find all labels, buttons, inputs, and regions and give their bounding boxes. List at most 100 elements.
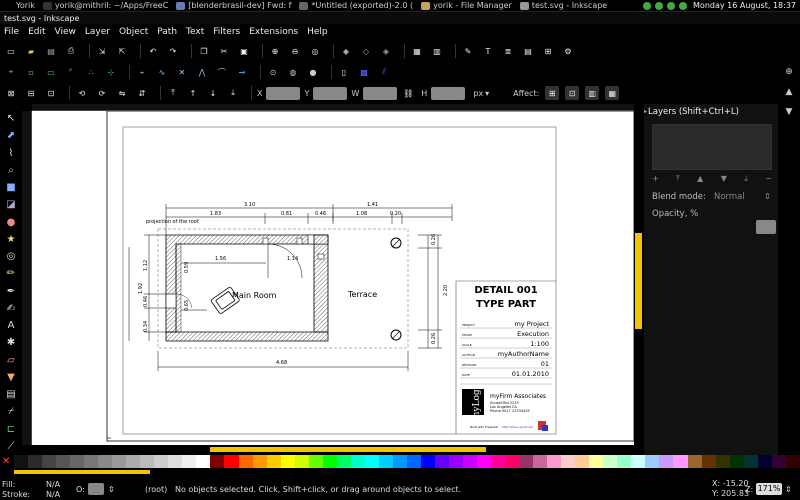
color-swatch[interactable] (687, 455, 702, 468)
snap-bbox-midpoint-icon[interactable]: ∴ (84, 65, 98, 79)
affect-pattern-icon[interactable]: ▦ (605, 86, 620, 100)
color-swatch[interactable] (715, 455, 730, 468)
menu-view[interactable]: View (55, 27, 76, 37)
network-icon[interactable] (655, 1, 664, 10)
text-font-icon[interactable]: T (481, 44, 495, 58)
color-swatch[interactable] (561, 455, 576, 468)
xml-editor-icon[interactable]: ▤ (521, 44, 535, 58)
color-swatch[interactable] (491, 455, 506, 468)
clock[interactable]: Monday 16 August, 18:37 (693, 1, 800, 10)
color-swatch[interactable] (84, 455, 99, 468)
menu-edit[interactable]: Edit (28, 27, 45, 37)
gradient-tool-icon[interactable]: ▤ (3, 388, 19, 402)
clone-icon[interactable]: ◇ (359, 44, 373, 58)
x-field[interactable] (266, 86, 301, 100)
snap-bbox-icon[interactable]: ▫ (24, 65, 38, 79)
menu-help[interactable]: Help (307, 27, 328, 37)
new-document-icon[interactable]: ▭ (4, 44, 18, 58)
opacity-field[interactable] (756, 220, 776, 234)
color-swatch[interactable] (701, 455, 716, 468)
bucket-tool-icon[interactable]: ▼ (3, 370, 19, 384)
lock-ratio-icon[interactable]: ⛓ (401, 86, 415, 100)
undo-icon[interactable]: ↶ (146, 44, 160, 58)
zoom-spin-icon[interactable]: ⇕ (785, 485, 792, 494)
color-swatch[interactable] (659, 455, 674, 468)
color-swatch[interactable] (434, 455, 449, 468)
update-icon[interactable] (667, 1, 676, 10)
affect-stroke-icon[interactable]: ⊞ (545, 86, 560, 100)
no-paint-icon[interactable]: ✕ (2, 457, 12, 467)
deselect-icon[interactable]: ⊡ (44, 86, 58, 100)
color-swatch[interactable] (224, 455, 239, 468)
3dbox-tool-icon[interactable]: ◪ (3, 198, 19, 212)
color-swatch[interactable] (140, 455, 155, 468)
menu-filters[interactable]: Filters (213, 27, 240, 37)
taskbar-item[interactable]: *Untitled (exported)-2.0 ( (295, 0, 417, 12)
color-swatch[interactable] (98, 455, 113, 468)
color-swatch[interactable] (238, 455, 253, 468)
snap-object-center-icon[interactable]: ⊙ (266, 65, 280, 79)
color-swatch[interactable] (547, 455, 562, 468)
fill-stroke-icon[interactable]: ✎ (461, 44, 475, 58)
opacity-spin[interactable] (88, 483, 104, 495)
raise-to-top-icon[interactable]: ⤒ (166, 86, 180, 100)
cut-icon[interactable]: ✂ (217, 44, 231, 58)
menu-layer[interactable]: Layer (85, 27, 110, 37)
layers-icon[interactable]: ≣ (501, 44, 515, 58)
color-swatch[interactable] (603, 455, 618, 468)
menu-path[interactable]: Path (157, 27, 177, 37)
color-swatch[interactable] (505, 455, 520, 468)
connector-tool-icon[interactable]: ⊏ (3, 422, 19, 436)
snap-intersection-icon[interactable]: ✕ (175, 65, 189, 79)
snap-center-icon[interactable]: ⊹ (104, 65, 118, 79)
color-swatch[interactable] (280, 455, 295, 468)
h-field[interactable] (431, 86, 466, 100)
snap-smooth-icon[interactable]: ⌒ (215, 65, 229, 79)
layer-raise-icon[interactable]: ▲ (697, 174, 703, 184)
blend-dropdown-icon[interactable]: ⇕ (764, 192, 771, 202)
color-swatch[interactable] (56, 455, 71, 468)
save-file-icon[interactable]: ▤ (44, 44, 58, 58)
color-swatch[interactable] (14, 455, 29, 468)
lower-icon[interactable]: ↓ (206, 86, 220, 100)
vertical-ruler[interactable] (22, 111, 32, 445)
power-icon[interactable] (679, 1, 688, 10)
align-distribute-icon[interactable]: ⊞ (541, 44, 555, 58)
snap-text-baseline-icon[interactable]: ● (306, 65, 320, 79)
color-swatch[interactable] (420, 455, 435, 468)
star-tool-icon[interactable]: ★ (3, 232, 19, 246)
drawing-canvas[interactable]: 3.10 1.41 1.83 0.81 0.46 1.08 0.20 proje… (32, 111, 634, 445)
unit-dropdown-icon[interactable]: ▾ (485, 89, 489, 98)
color-swatch[interactable] (28, 455, 43, 468)
print-icon[interactable]: ⎙ (64, 44, 78, 58)
flip-horizontal-icon[interactable]: ⇋ (115, 86, 129, 100)
color-swatch[interactable] (154, 455, 169, 468)
layer-lower-icon[interactable]: ▼ (721, 174, 727, 184)
text-tool-icon[interactable]: A (3, 319, 19, 333)
unit-select[interactable]: px (473, 89, 483, 98)
color-swatch[interactable] (168, 455, 183, 468)
snap-bbox-corner-icon[interactable]: ⌜ (64, 65, 78, 79)
snap-enable-icon[interactable]: ⌖ (4, 65, 18, 79)
rotate-cw-icon[interactable]: ⟳ (95, 86, 109, 100)
snap-page-border-icon[interactable]: ▯ (337, 65, 351, 79)
opacity-spin-arrows-icon[interactable]: ⇕ (108, 485, 115, 494)
select-all-icon[interactable]: ⊠ (4, 86, 18, 100)
layer-up-icon[interactable]: ▲ (782, 86, 796, 98)
color-swatch[interactable] (589, 455, 604, 468)
color-swatch[interactable] (112, 455, 127, 468)
snap-rotation-center-icon[interactable]: ◍ (286, 65, 300, 79)
taskbar-item[interactable]: yorik@mithril: ~/Apps/FreeC (39, 0, 172, 12)
horizontal-scrollbar[interactable] (32, 445, 634, 454)
spray-tool-icon[interactable]: ✱ (3, 336, 19, 350)
menu-text[interactable]: Text (186, 27, 204, 37)
node-tool-icon[interactable]: ⬈ (3, 129, 19, 143)
color-swatch[interactable] (673, 455, 688, 468)
snap-bbox-edge-icon[interactable]: ▭ (44, 65, 58, 79)
color-swatch[interactable] (645, 455, 660, 468)
layer-selector[interactable]: (root) (145, 485, 167, 494)
ellipse-tool-icon[interactable]: ● (3, 215, 19, 229)
layer-top-icon[interactable]: ⤒ (676, 174, 680, 184)
color-swatch[interactable] (364, 455, 379, 468)
taskbar-item[interactable]: [blenderbrasil-dev] Fwd: f (172, 0, 295, 12)
